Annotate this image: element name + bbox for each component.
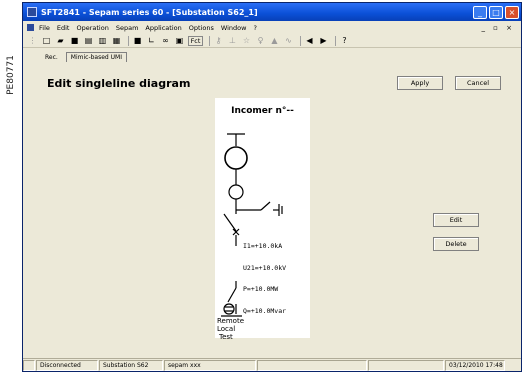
alarm-icon[interactable]: ▲: [269, 36, 280, 46]
status-cell-empty: [368, 359, 444, 371]
current-transformer-symbol: [228, 184, 244, 200]
print-icon[interactable]: ▤: [83, 36, 94, 46]
save-icon[interactable]: ■: [69, 36, 80, 46]
toolbar-separator: [335, 35, 336, 46]
connect-icon[interactable]: ☆: [241, 36, 252, 46]
measurement-voltage: U21=+10.0kV: [243, 264, 287, 272]
minimize-icon[interactable]: _: [473, 5, 487, 19]
mode-local: Local: [217, 325, 236, 333]
open-icon[interactable]: ▰: [55, 36, 66, 46]
print-preview-icon[interactable]: ▥: [97, 36, 108, 46]
disconnect-icon[interactable]: ♀: [255, 36, 266, 46]
tab-rec[interactable]: Rec.: [41, 53, 62, 62]
toolbar-separator: [209, 35, 210, 46]
diagram-drawing: [221, 133, 283, 317]
menu-operation[interactable]: Operation: [76, 24, 108, 32]
voltage-transformer-symbol: [223, 303, 235, 315]
status-cell-empty: [257, 359, 367, 371]
status-datetime: 03/12/2010 17:48: [445, 359, 505, 371]
grip-icon: ⋮: [28, 35, 37, 45]
document-icon[interactable]: [27, 24, 34, 31]
key-icon[interactable]: ⚷: [213, 36, 224, 46]
app-window: SFT2841 - Sepam series 60 - [Substation …: [22, 2, 522, 372]
toolbar-separator: [128, 35, 129, 46]
menu-help[interactable]: ?: [253, 24, 256, 32]
status-cell-empty: [23, 359, 35, 371]
tab-mimic-based-umi[interactable]: Mimic-based UMI: [65, 52, 127, 62]
measurement-active-power: P=+10.0MW: [243, 285, 279, 293]
maximize-icon[interactable]: □: [489, 5, 503, 19]
menu-edit[interactable]: Edit: [57, 24, 70, 32]
probe-icon[interactable]: ⊥: [227, 36, 238, 46]
delete-button[interactable]: Delete: [433, 237, 479, 251]
generator-symbol: [224, 146, 248, 170]
network-icon[interactable]: ∞: [160, 36, 171, 46]
menu-window[interactable]: Window: [221, 24, 247, 32]
menu-sepam[interactable]: Sepam: [116, 24, 139, 32]
cancel-button[interactable]: Cancel: [455, 76, 501, 90]
apply-button[interactable]: Apply: [397, 76, 443, 90]
main-panel: Edit singleline diagram Apply Cancel Edi…: [29, 63, 515, 357]
mode-remote: Remote: [217, 317, 245, 325]
page-title: Edit singleline diagram: [47, 77, 191, 90]
measurement-reactive-power: Q=+10.0Mvar: [243, 307, 287, 315]
menu-application[interactable]: Application: [145, 24, 181, 32]
chart-icon[interactable]: ∟: [146, 36, 157, 46]
status-bar: Disconnected Substation S62 sepam xxx 03…: [23, 358, 521, 371]
mdi-child-controls[interactable]: _ ▫ ×: [481, 24, 515, 32]
panel-icon[interactable]: ▣: [174, 36, 185, 46]
toolbar: ⋮ □ ▰ ■ ▤ ▥ ▦ ■ ∟ ∞ ▣ Fct ⚷ ⊥ ☆ ♀ ▲ ∿ ◀ …: [23, 34, 521, 48]
toolbar-separator: [300, 35, 301, 46]
edit-button[interactable]: Edit: [433, 213, 479, 227]
window-title: SFT2841 - Sepam series 60 - [Substation …: [41, 7, 258, 17]
help-icon[interactable]: ?: [339, 36, 350, 46]
menu-file[interactable]: File: [39, 24, 50, 32]
circuit-breaker-symbol: [223, 213, 237, 232]
disconnector-symbol: [227, 287, 237, 303]
menu-bar: File Edit Operation Sepam Application Op…: [23, 21, 521, 34]
menu-options[interactable]: Options: [189, 24, 214, 32]
measurement-current: I1=+10.0kA: [243, 242, 283, 250]
singleline-diagram[interactable]: Incomer n°-- I1=+10.0kA U21=+10.0kV P=+1…: [215, 98, 310, 341]
new-icon[interactable]: □: [41, 36, 52, 46]
close-icon[interactable]: ×: [505, 5, 519, 19]
status-sepam: sepam xxx: [164, 359, 256, 371]
mode-test: Test: [219, 333, 233, 341]
app-icon: [27, 7, 37, 17]
arrow-left-icon[interactable]: ◀: [304, 36, 315, 46]
status-connection: Disconnected: [36, 359, 98, 371]
fct-icon[interactable]: Fct: [188, 35, 203, 46]
status-substation: Substation S62: [99, 359, 163, 371]
side-reference-code: PE80771: [6, 55, 16, 95]
title-bar[interactable]: SFT2841 - Sepam series 60 - [Substation …: [23, 3, 521, 21]
print-all-icon[interactable]: ▦: [111, 36, 122, 46]
tab-strip: Rec. Mimic-based UMI: [23, 48, 521, 62]
arrow-right-icon[interactable]: ▶: [318, 36, 329, 46]
sepam-save-icon[interactable]: ■: [132, 36, 143, 46]
wave-icon[interactable]: ∿: [283, 36, 294, 46]
